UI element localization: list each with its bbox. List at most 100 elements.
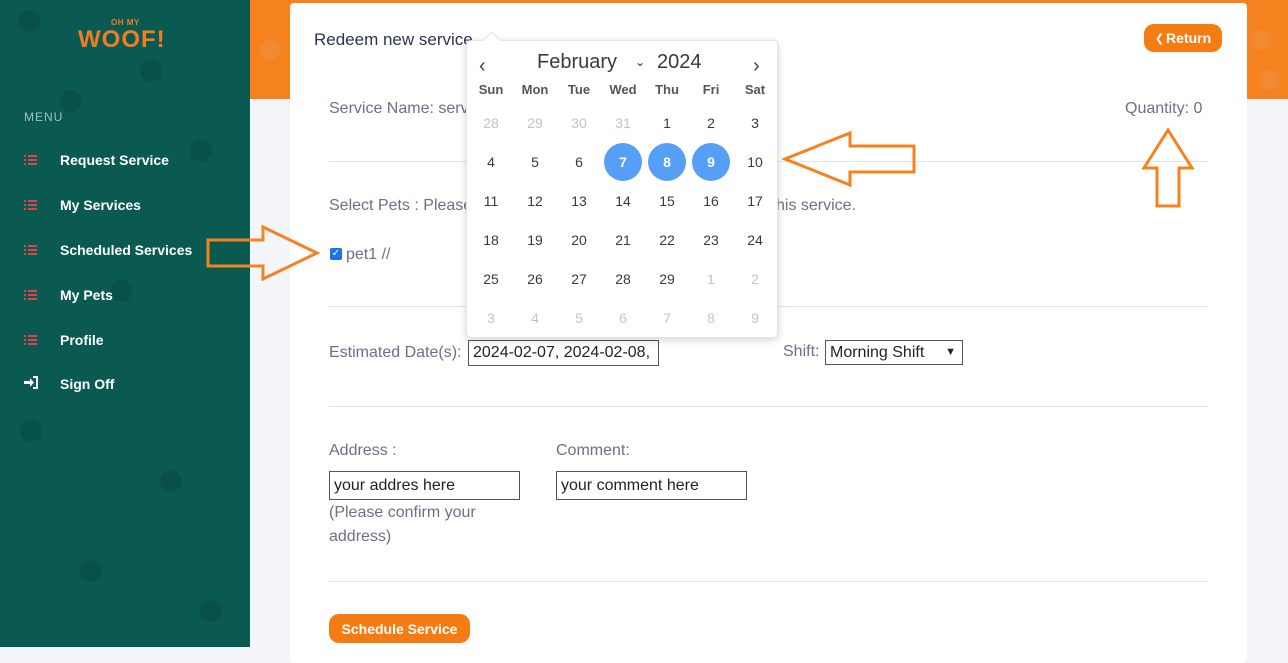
shift-value: Morning Shift [830, 344, 925, 361]
weekday-label: Sat [744, 82, 766, 97]
sidebar-item-sign-off[interactable]: Sign Off [24, 372, 114, 396]
paw-pattern [260, 40, 280, 60]
calendar-day[interactable]: 15 [648, 182, 686, 220]
calendar-day[interactable]: 5 [516, 143, 554, 181]
select-pets-label: Select Pets : Please [329, 197, 473, 214]
sidebar: OH MY WOOF! MENU Request Service My Serv… [0, 0, 250, 647]
weekday-label: Thu [655, 82, 679, 97]
divider [329, 406, 1208, 407]
calendar-day[interactable]: 31 [604, 104, 642, 142]
paw-pattern [200, 600, 222, 622]
address-label: Address : [329, 442, 397, 459]
chevron-down-icon: ▼ [945, 346, 956, 358]
month-select[interactable]: February [537, 51, 617, 74]
calendar-day[interactable]: 22 [648, 221, 686, 259]
date-picker: ‹ February ⌄ 2024 › Sun Mon Tue Wed Thu Fri Sa… [466, 31, 778, 338]
calendar-day[interactable]: 7 [648, 299, 686, 337]
paw-pattern [1252, 30, 1272, 50]
calendar-day[interactable]: 3 [736, 104, 774, 142]
calendar-day[interactable]: 14 [604, 182, 642, 220]
paw-pattern [110, 280, 132, 302]
logo-main-text: WOOF! [78, 26, 166, 53]
calendar-day[interactable]: 2 [692, 104, 730, 142]
sidebar-item-request-service[interactable]: Request Service [24, 148, 169, 172]
calendar-day[interactable]: 18 [472, 221, 510, 259]
calendar-day[interactable]: 6 [560, 143, 598, 181]
logo[interactable]: OH MY WOOF! [78, 18, 178, 58]
paw-pattern [20, 420, 42, 442]
calendar-day[interactable]: 1 [692, 260, 730, 298]
calendar-day[interactable]: 24 [736, 221, 774, 259]
page-title: Redeem new service [314, 30, 473, 49]
weekday-label: Mon [521, 82, 549, 97]
calendar-day[interactable]: 11 [472, 182, 510, 220]
calendar-day[interactable]: 29 [648, 260, 686, 298]
sidebar-item-scheduled-services[interactable]: Scheduled Services [24, 238, 192, 262]
calendar-day[interactable]: 5 [560, 299, 598, 337]
sidebar-item-profile[interactable]: Profile [24, 328, 104, 352]
weekday-label: Wed [609, 82, 637, 97]
paw-pattern [190, 140, 212, 162]
service-name: Service Name: serv [329, 100, 469, 117]
list-icon [24, 335, 38, 345]
calendar-day[interactable]: 9 [692, 143, 730, 181]
shift-select[interactable]: Morning Shift ▼ [825, 340, 963, 365]
calendar-day[interactable]: 13 [560, 182, 598, 220]
chevron-down-icon[interactable]: ⌄ [635, 55, 645, 69]
calendar-day[interactable]: 4 [516, 299, 554, 337]
calendar-day[interactable]: 28 [472, 104, 510, 142]
schedule-service-button[interactable]: Schedule Service [329, 614, 470, 643]
weekday-label: Fri [702, 82, 720, 97]
quantity: Quantity: 0 [1125, 100, 1203, 117]
calendar-day[interactable]: 17 [736, 182, 774, 220]
return-button[interactable]: ❮ Return [1144, 24, 1222, 52]
calendar-day[interactable]: 16 [692, 182, 730, 220]
comment-label: Comment: [556, 442, 630, 459]
divider [329, 581, 1208, 582]
list-icon [24, 245, 38, 255]
calendar-day[interactable]: 10 [736, 143, 774, 181]
year-input[interactable]: 2024 [657, 51, 702, 74]
sidebar-item-label: Scheduled Services [60, 242, 193, 258]
calendar-day[interactable]: 8 [648, 143, 686, 181]
calendar-day[interactable]: 27 [560, 260, 598, 298]
calendar-day[interactable]: 28 [604, 260, 642, 298]
address-hint-line2: address) [329, 528, 392, 545]
calendar-day[interactable]: 6 [604, 299, 642, 337]
calendar-day[interactable]: 4 [472, 143, 510, 181]
prev-month-icon[interactable]: ‹ [479, 55, 486, 78]
menu-title: MENU [24, 110, 64, 124]
pet-label: pet1 // [346, 246, 391, 263]
sidebar-item-my-pets[interactable]: My Pets [24, 283, 113, 307]
list-icon [24, 200, 38, 210]
address-input[interactable]: your addres here [329, 471, 520, 500]
weekday-label: Tue [567, 82, 591, 97]
calendar-day[interactable]: 7 [604, 143, 642, 181]
calendar-day[interactable]: 2 [736, 260, 774, 298]
calendar-day[interactable]: 26 [516, 260, 554, 298]
calendar-day[interactable]: 1 [648, 104, 686, 142]
sidebar-item-my-services[interactable]: My Services [24, 193, 141, 217]
pet-checkbox[interactable]: ✓ [330, 248, 342, 260]
calendar-day[interactable]: 12 [516, 182, 554, 220]
next-month-icon[interactable]: › [753, 55, 760, 78]
calendar-day[interactable]: 23 [692, 221, 730, 259]
calendar-day[interactable]: 21 [604, 221, 642, 259]
calendar-day[interactable]: 8 [692, 299, 730, 337]
calendar-day[interactable]: 29 [516, 104, 554, 142]
calendar-day[interactable]: 30 [560, 104, 598, 142]
sidebar-item-label: Sign Off [60, 376, 115, 392]
estimated-dates-input[interactable]: 2024-02-07, 2024-02-08, [468, 340, 659, 366]
calendar-day[interactable]: 3 [472, 299, 510, 337]
sidebar-item-label: Request Service [60, 152, 169, 168]
calendar-day[interactable]: 20 [560, 221, 598, 259]
calendar-day[interactable]: 25 [472, 260, 510, 298]
address-hint-line1: (Please confirm your [329, 504, 476, 521]
chevron-left-icon: ❮ [1154, 32, 1165, 45]
calendar-day[interactable]: 19 [516, 221, 554, 259]
select-pets-label-end: his service. [776, 197, 857, 214]
annotation-arrow-up [1141, 127, 1195, 208]
comment-input[interactable]: your comment here [556, 471, 747, 500]
paw-pattern [160, 470, 182, 492]
calendar-day[interactable]: 9 [736, 299, 774, 337]
